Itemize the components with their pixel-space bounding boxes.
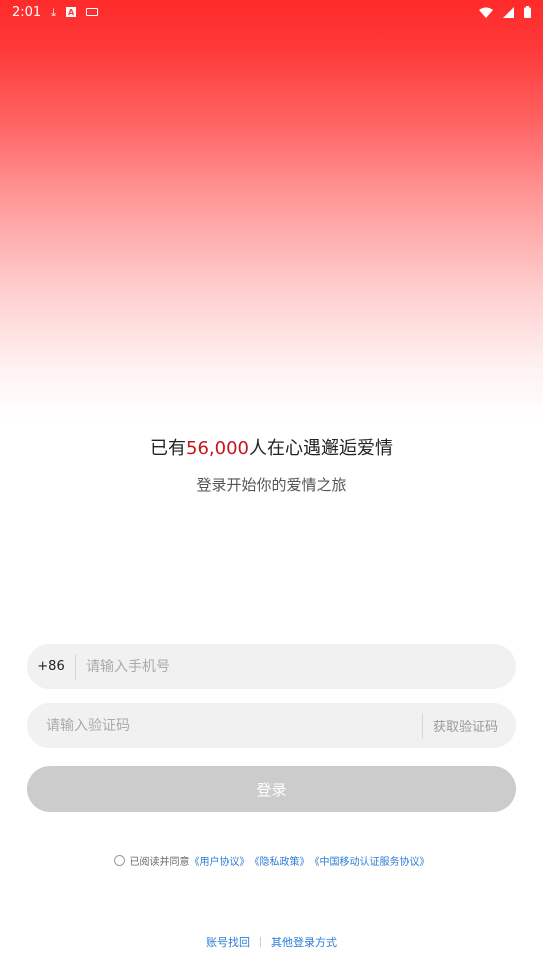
user-agreement-link[interactable]: 《用户协议》	[190, 853, 250, 868]
cmcc-auth-agreement-link[interactable]: 《中国移动认证服务协议》	[310, 853, 430, 868]
code-input[interactable]	[27, 703, 422, 748]
privacy-policy-link[interactable]: 《隐私政策》	[250, 853, 310, 868]
phone-field: +86	[27, 644, 516, 689]
get-code-button[interactable]: 获取验证码	[423, 716, 516, 735]
status-bar: 2:01 ⤓ A	[0, 0, 543, 24]
login-button[interactable]: 登录	[27, 766, 516, 812]
footer-divider	[260, 937, 261, 947]
keyboard-icon	[86, 8, 99, 16]
headline-suffix: 人在心遇邂逅爱情	[248, 438, 393, 459]
footer: 账号找回 其他登录方式	[0, 934, 543, 950]
download-icon: ⤓	[51, 5, 57, 19]
agreement: 已阅读并同意 《用户协议》 《隐私政策》 《中国移动认证服务协议》	[0, 853, 543, 868]
signal-icon	[503, 6, 514, 18]
a-icon: A	[66, 7, 77, 17]
agree-checkbox[interactable]	[113, 855, 125, 866]
phone-input[interactable]	[76, 644, 516, 689]
other-login-link[interactable]: 其他登录方式	[271, 934, 337, 950]
battery-icon	[524, 6, 531, 18]
header-gradient	[0, 0, 543, 420]
headline: 已有56,000人在心遇邂逅爱情	[0, 434, 543, 460]
country-code[interactable]: +86	[27, 659, 75, 674]
subline: 登录开始你的爱情之旅	[196, 476, 347, 494]
agreement-text: 已阅读并同意	[129, 857, 190, 868]
status-left: 2:01 ⤓ A	[12, 4, 99, 20]
code-field: 获取验证码	[27, 703, 516, 748]
wifi-icon	[479, 7, 493, 18]
user-count: 56,000	[186, 438, 249, 459]
account-recover-link[interactable]: 账号找回	[206, 934, 250, 950]
status-right	[479, 6, 531, 18]
status-time: 2:01	[12, 4, 42, 20]
headline-prefix: 已有	[150, 438, 186, 459]
